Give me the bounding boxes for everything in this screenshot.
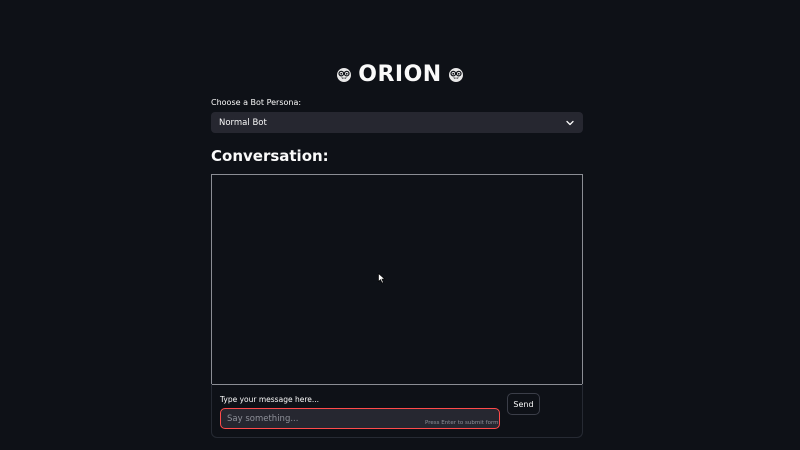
nerd-face-icon: [448, 66, 464, 83]
message-input-label: Type your message here...: [220, 395, 320, 404]
mouse-pointer-icon: [378, 273, 386, 284]
nerd-face-icon: [336, 66, 352, 83]
send-button[interactable]: Send: [507, 393, 540, 415]
conversation-area[interactable]: [211, 174, 583, 385]
title-row: ORION: [0, 62, 800, 87]
chevron-down-icon: [566, 120, 574, 125]
submit-hint: Press Enter to submit form: [425, 420, 499, 426]
conversation-heading: Conversation:: [211, 147, 329, 165]
persona-select-value: Normal Bot: [219, 117, 267, 128]
app-page: ORION Choose a Bot Persona: Normal Bot C…: [0, 0, 800, 450]
app-title: ORION: [358, 62, 442, 87]
persona-select[interactable]: Normal Bot: [211, 112, 583, 133]
persona-select-label: Choose a Bot Persona:: [211, 98, 302, 107]
